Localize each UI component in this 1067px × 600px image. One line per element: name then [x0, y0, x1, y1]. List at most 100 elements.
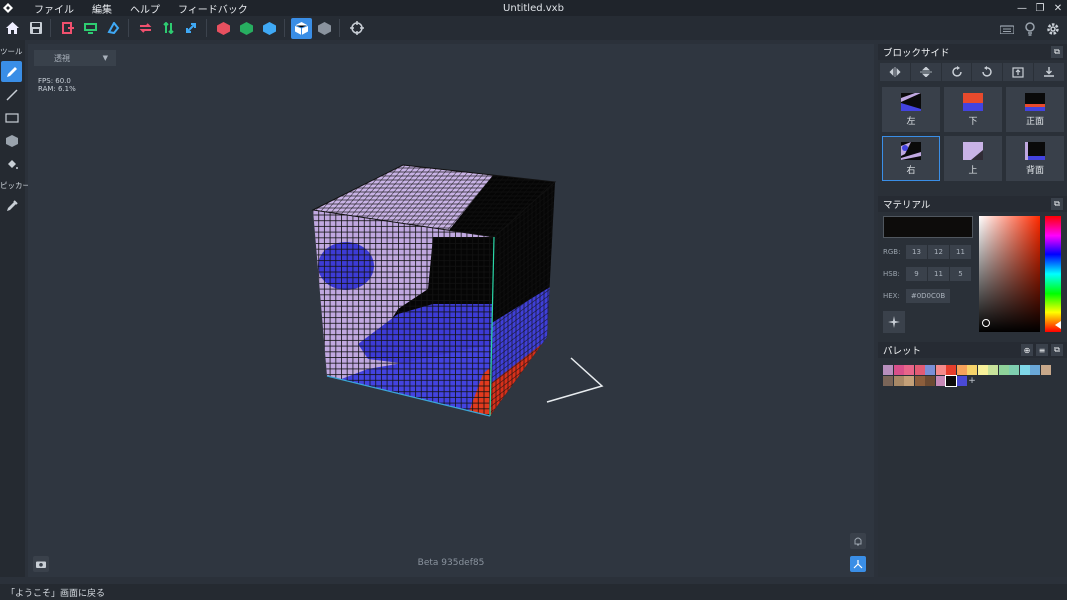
face-back[interactable]: 背面 [1006, 136, 1064, 181]
window-title: Untitled.vxb [503, 2, 564, 14]
palette-swatch[interactable] [946, 365, 956, 375]
axis-gizmo [546, 357, 604, 403]
hsb-b-field[interactable]: 5 [950, 267, 971, 281]
export-icon[interactable] [80, 18, 101, 39]
back-to-welcome-link[interactable]: 「ようこそ」画面に戻る [6, 586, 105, 599]
palette-swatch[interactable] [1019, 365, 1030, 375]
fill-tool-icon[interactable] [1, 153, 22, 174]
face-right[interactable]: 右 [882, 136, 940, 181]
popout-icon[interactable]: ⧉ [1051, 198, 1063, 210]
keyboard-icon[interactable] [996, 18, 1017, 39]
eyedropper-tool-icon[interactable] [1, 195, 22, 216]
line-tool-icon[interactable] [1, 84, 22, 105]
swap-icon[interactable] [135, 18, 156, 39]
upload-icon[interactable] [1003, 63, 1034, 81]
hue-slider[interactable] [1045, 216, 1061, 332]
mirror-vertical-icon[interactable] [910, 63, 941, 81]
hsb-s-field[interactable]: 11 [928, 267, 949, 281]
mirror-horizontal-icon[interactable] [880, 63, 910, 81]
face-bottom[interactable]: 下 [944, 87, 1002, 132]
palette-swatch[interactable] [914, 365, 925, 375]
palette-swatch[interactable] [904, 365, 914, 375]
app-logo-icon[interactable] [0, 0, 16, 16]
menu-help[interactable]: ヘルプ [130, 1, 160, 16]
hex-row: HEX: #0D0C0B [883, 289, 950, 303]
add-color-button[interactable]: + [967, 376, 977, 386]
hex-field[interactable]: #0D0C0B [906, 289, 950, 303]
blue-cube-icon[interactable] [259, 18, 280, 39]
minimize-icon[interactable]: — [1013, 0, 1031, 16]
sparkle-picker-icon[interactable] [883, 311, 905, 333]
share-icon[interactable] [103, 18, 124, 39]
crosshair-icon[interactable] [346, 18, 367, 39]
palette-swatch[interactable] [967, 365, 977, 375]
palette-swatch[interactable] [956, 365, 967, 375]
zoom-in-icon[interactable]: ⊕ [1021, 344, 1033, 356]
palette-swatch[interactable] [945, 375, 957, 387]
face-left[interactable]: 左 [882, 87, 940, 132]
popout-icon[interactable]: ⧉ [1051, 46, 1063, 58]
palette-swatch[interactable] [988, 365, 998, 375]
material-section: マテリアル ⧉ RGB: 13 12 11 HSB: 9 11 5 HEX: #… [878, 196, 1067, 333]
home-icon[interactable] [2, 18, 23, 39]
rgb-label: RGB: [883, 248, 901, 256]
face-label: 下 [968, 116, 978, 127]
palette-swatch[interactable] [925, 376, 935, 386]
menu-edit[interactable]: 編集 [92, 1, 112, 16]
menu-file[interactable]: ファイル [34, 1, 74, 16]
list-icon[interactable]: ≡ [1036, 344, 1048, 356]
current-color-swatch[interactable] [883, 216, 973, 238]
menu-feedback[interactable]: フィードバック [178, 1, 248, 16]
green-cube-icon[interactable] [236, 18, 257, 39]
rotate-cw-icon[interactable] [941, 63, 972, 81]
download-icon[interactable] [1034, 63, 1064, 81]
palette-swatch[interactable] [904, 376, 914, 386]
flip-icon[interactable] [158, 18, 179, 39]
palette-swatch[interactable] [1040, 365, 1051, 375]
palette-swatch[interactable] [925, 365, 935, 375]
palette-swatch[interactable] [935, 376, 946, 386]
palette-swatch[interactable] [998, 365, 1009, 375]
restore-icon[interactable]: ❐ [1031, 0, 1049, 16]
palette-swatch[interactable] [1009, 365, 1019, 375]
viewport-3d[interactable]: 透視 ▼ FPS: 60.0 RAM: 6.1% Beta 935def85 [28, 44, 874, 577]
notification-bell-icon[interactable] [850, 533, 866, 549]
face-label: 右 [906, 165, 916, 176]
transform-icon[interactable] [181, 18, 202, 39]
hue-handle[interactable] [1055, 321, 1061, 329]
palette-swatch[interactable] [883, 365, 893, 375]
palette-swatch[interactable] [1030, 365, 1040, 375]
palette-swatch[interactable] [956, 376, 967, 386]
rgb-r-field[interactable]: 13 [906, 245, 927, 259]
save-icon[interactable] [25, 18, 46, 39]
red-cube-icon[interactable] [213, 18, 234, 39]
rotate-ccw-icon[interactable] [972, 63, 1003, 81]
palette-swatch[interactable] [914, 376, 925, 386]
palette-swatch[interactable] [977, 365, 988, 375]
face-top-thumbnail [963, 141, 983, 160]
picker-handle[interactable] [982, 319, 990, 327]
face-top[interactable]: 上 [944, 136, 1002, 181]
pencil-tool-icon[interactable] [1, 61, 22, 82]
import-icon[interactable] [57, 18, 78, 39]
popout-icon[interactable]: ⧉ [1051, 344, 1063, 356]
saturation-brightness-picker[interactable] [979, 216, 1040, 332]
face-label: 正面 [1025, 116, 1044, 127]
palette-swatch[interactable] [883, 376, 893, 386]
palette-swatch[interactable] [893, 376, 904, 386]
palette-swatch[interactable] [893, 365, 904, 375]
gear-icon[interactable] [1042, 18, 1063, 39]
box-tool-icon[interactable] [1, 130, 22, 151]
face-front[interactable]: 正面 [1006, 87, 1064, 132]
hsb-h-field[interactable]: 9 [906, 267, 927, 281]
cube-outline-icon[interactable] [291, 17, 312, 39]
axes-icon[interactable] [850, 556, 866, 572]
close-icon[interactable]: ✕ [1049, 0, 1067, 16]
palette-swatch[interactable] [935, 365, 946, 375]
rgb-g-field[interactable]: 12 [928, 245, 949, 259]
lightbulb-icon[interactable] [1019, 18, 1040, 39]
grey-cube-icon[interactable] [314, 18, 335, 39]
rgb-b-field[interactable]: 11 [950, 245, 971, 259]
rectangle-tool-icon[interactable] [1, 107, 22, 128]
status-bar: 「ようこそ」画面に戻る [0, 584, 1067, 600]
